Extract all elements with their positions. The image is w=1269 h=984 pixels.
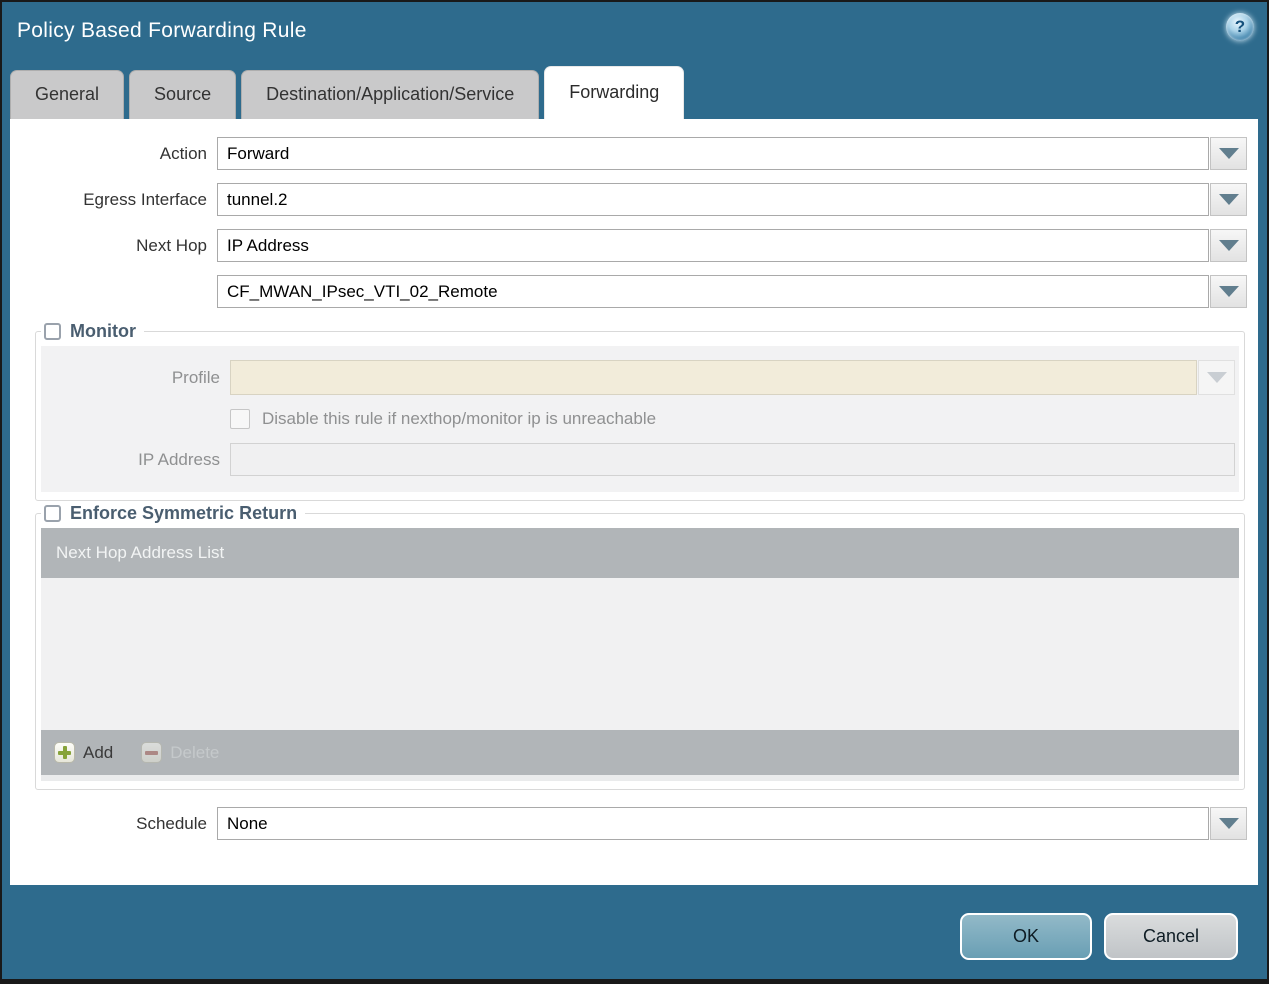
- tab-general[interactable]: General: [10, 70, 125, 119]
- table-bottom-strip: [41, 775, 1239, 781]
- next-hop-address-dropdown-button[interactable]: [1210, 275, 1247, 308]
- next-hop-address-list-table: Next Hop Address List Add Delete: [41, 528, 1239, 781]
- monitor-ip-row: IP Address: [41, 443, 1235, 476]
- monitor-legend: Monitor: [41, 321, 144, 342]
- enforce-symmetric-return-checkbox[interactable]: [44, 505, 61, 522]
- chevron-down-icon: [1206, 372, 1227, 383]
- chevron-down-icon: [1218, 818, 1239, 829]
- monitor-profile-row: Profile: [41, 360, 1235, 395]
- dialog-footer: OK Cancel: [2, 913, 1238, 960]
- delete-button: Delete: [141, 742, 219, 763]
- next-hop-type-dropdown-button[interactable]: [1210, 229, 1247, 262]
- chevron-down-icon: [1218, 286, 1239, 297]
- tab-destination-application-service[interactable]: Destination/Application/Service: [241, 70, 540, 119]
- tab-bar: General Source Destination/Application/S…: [2, 66, 1267, 119]
- action-dropdown-button[interactable]: [1210, 137, 1247, 170]
- tab-forwarding[interactable]: Forwarding: [544, 66, 685, 119]
- ip-address-label: IP Address: [138, 449, 220, 469]
- chevron-down-icon: [1218, 148, 1239, 159]
- chevron-down-icon: [1218, 194, 1239, 205]
- action-label: Action: [159, 143, 207, 163]
- profile-select: [230, 360, 1197, 395]
- next-hop-address-list-header: Next Hop Address List: [41, 528, 1239, 578]
- next-hop-type-select[interactable]: IP Address: [217, 229, 1209, 262]
- enforce-symmetric-return-title: Enforce Symmetric Return: [70, 503, 298, 523]
- minus-icon: [141, 742, 163, 763]
- enforce-symmetric-return-legend: Enforce Symmetric Return: [41, 503, 305, 524]
- schedule-row: Schedule None: [10, 807, 1247, 840]
- ip-address-input: [230, 443, 1235, 476]
- add-button[interactable]: Add: [54, 742, 113, 763]
- action-select[interactable]: Forward: [217, 137, 1209, 170]
- ok-button[interactable]: OK: [960, 913, 1092, 960]
- policy-based-forwarding-dialog: Policy Based Forwarding Rule ? General S…: [0, 0, 1269, 984]
- dialog-title: Policy Based Forwarding Rule: [17, 19, 307, 42]
- schedule-dropdown-button[interactable]: [1210, 807, 1247, 840]
- disable-rule-checkbox: [230, 409, 250, 429]
- enforce-symmetric-return-section: Enforce Symmetric Return Next Hop Addres…: [35, 503, 1245, 790]
- schedule-label: Schedule: [136, 813, 207, 833]
- help-glyph: ?: [1234, 17, 1246, 36]
- next-hop-address-row: CF_MWAN_IPsec_VTI_02_Remote: [10, 275, 1247, 308]
- monitor-panel: Profile Disable this rule if nexthop/mon…: [41, 346, 1239, 492]
- schedule-select[interactable]: None: [217, 807, 1209, 840]
- profile-dropdown-button: [1198, 360, 1235, 395]
- next-hop-address-list-body[interactable]: [41, 578, 1239, 730]
- monitor-checkbox[interactable]: [44, 323, 61, 340]
- egress-interface-row: Egress Interface tunnel.2: [10, 183, 1247, 216]
- next-hop-address-list-toolbar: Add Delete: [41, 730, 1239, 775]
- next-hop-label: Next Hop: [136, 235, 207, 255]
- add-button-label: Add: [83, 742, 114, 762]
- next-hop-row: Next Hop IP Address: [10, 229, 1247, 262]
- tab-content-forwarding: Action Forward Egress Interface tunnel.2…: [10, 119, 1258, 885]
- monitor-title: Monitor: [70, 321, 136, 341]
- chevron-down-icon: [1218, 240, 1239, 251]
- cancel-button[interactable]: Cancel: [1104, 913, 1238, 960]
- plus-icon: [54, 742, 75, 763]
- delete-button-label: Delete: [170, 742, 220, 762]
- egress-interface-select[interactable]: tunnel.2: [217, 183, 1209, 216]
- dialog-titlebar: Policy Based Forwarding Rule ?: [2, 2, 1267, 66]
- egress-interface-label: Egress Interface: [83, 189, 207, 209]
- next-hop-address-select[interactable]: CF_MWAN_IPsec_VTI_02_Remote: [217, 275, 1209, 308]
- disable-rule-row: Disable this rule if nexthop/monitor ip …: [230, 409, 1235, 429]
- egress-interface-dropdown-button[interactable]: [1210, 183, 1247, 216]
- action-row: Action Forward: [10, 137, 1247, 170]
- tab-source[interactable]: Source: [129, 70, 237, 119]
- profile-label: Profile: [171, 367, 220, 387]
- disable-rule-label: Disable this rule if nexthop/monitor ip …: [262, 409, 657, 428]
- monitor-section: Monitor Profile Disable this rule if nex…: [35, 321, 1245, 501]
- help-icon[interactable]: ?: [1226, 13, 1254, 41]
